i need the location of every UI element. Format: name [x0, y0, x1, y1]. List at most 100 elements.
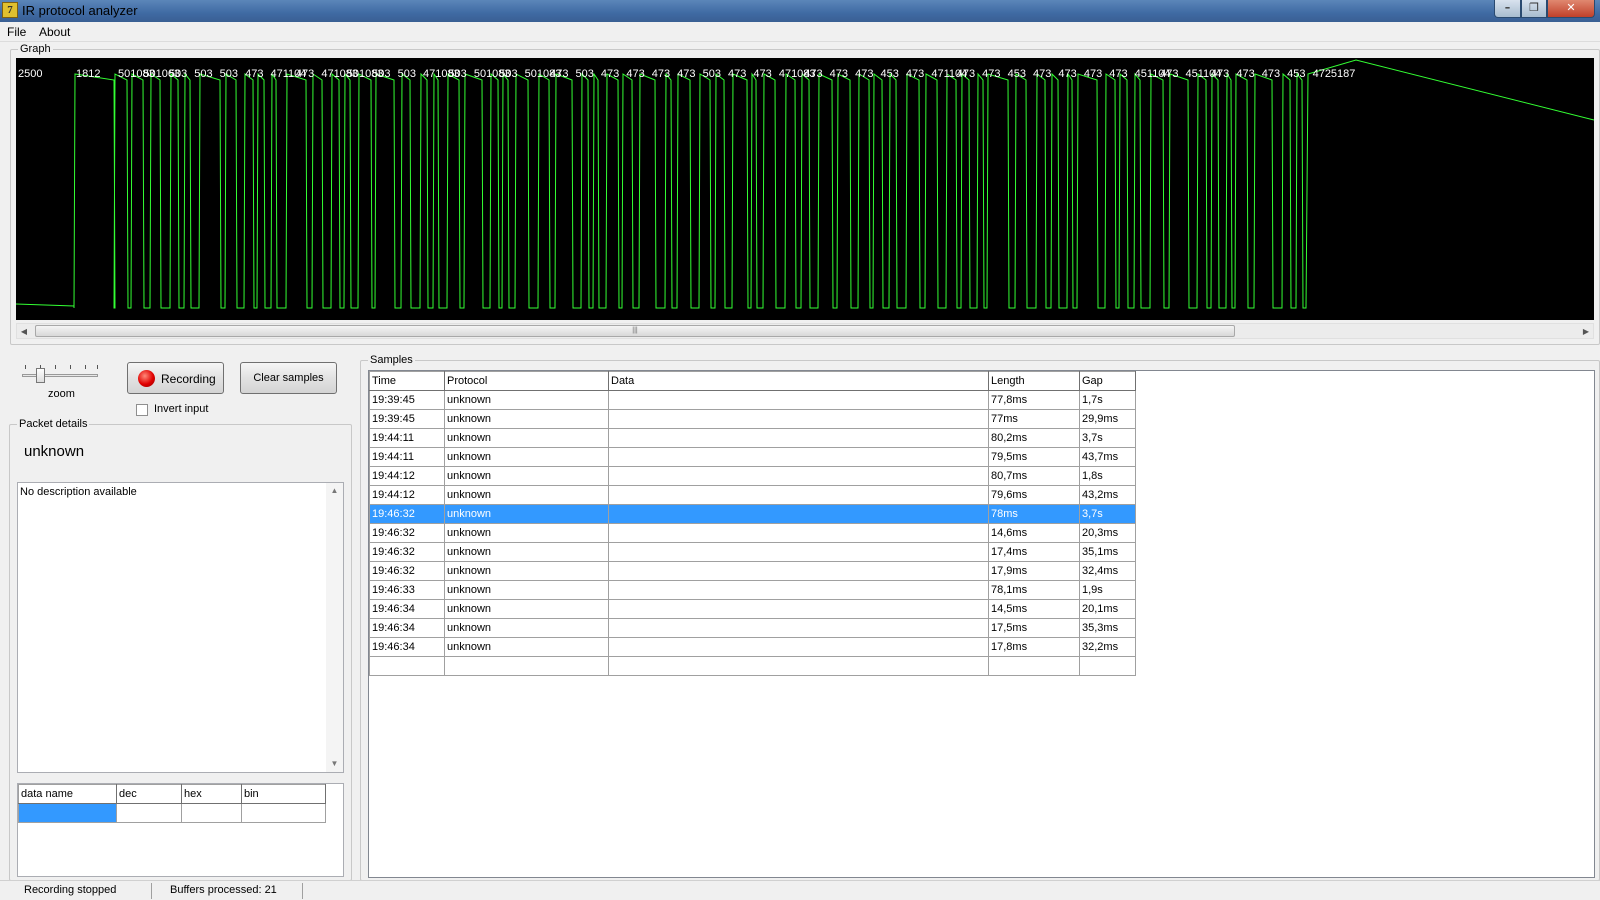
sample-cell-gap[interactable]: 32,2ms — [1079, 637, 1136, 657]
column-header-hex[interactable]: hex — [181, 784, 242, 804]
sample-cell-length[interactable]: 80,7ms — [988, 466, 1080, 486]
sample-cell-gap[interactable]: 3,7s — [1079, 504, 1136, 524]
column-header-protocol[interactable]: Protocol — [444, 371, 609, 391]
column-header-data[interactable]: Data — [608, 371, 989, 391]
sample-cell-data[interactable] — [608, 409, 989, 429]
sample-cell-protocol[interactable]: unknown — [444, 447, 609, 467]
graph-horizontal-scrollbar[interactable]: ◀ ||| ▶ — [16, 323, 1594, 339]
sample-cell-data[interactable] — [608, 542, 989, 562]
table-row[interactable] — [18, 803, 326, 823]
clear-samples-button[interactable]: Clear samples — [240, 362, 337, 394]
sample-row[interactable]: 19:44:11 unknown 79,5ms 43,7ms — [369, 447, 1136, 467]
zoom-slider[interactable] — [22, 362, 100, 384]
sample-row[interactable]: 19:46:34 unknown 14,5ms 20,1ms — [369, 599, 1136, 619]
minimize-button[interactable]: – — [1494, 0, 1521, 18]
sample-cell-length[interactable]: 77,8ms — [988, 390, 1080, 410]
column-header-gap[interactable]: Gap — [1079, 371, 1136, 391]
invert-input-checkbox[interactable] — [136, 404, 148, 416]
sample-cell-gap[interactable]: 1,8s — [1079, 466, 1136, 486]
sample-cell-data[interactable] — [608, 466, 989, 486]
table-cell[interactable] — [116, 803, 182, 823]
column-header-length[interactable]: Length — [988, 371, 1080, 391]
sample-row[interactable]: 19:46:32 unknown 14,6ms 20,3ms — [369, 523, 1136, 543]
samples-list[interactable]: Time Protocol Data Length Gap 19:39:45 un… — [368, 370, 1595, 878]
sample-cell-time[interactable]: 19:46:34 — [369, 618, 445, 638]
sample-cell-data[interactable] — [608, 637, 989, 657]
signal-graph[interactable]: 2500 1812 501083 501063 503 503 503 473 471104 47… — [16, 58, 1594, 320]
table-cell[interactable] — [18, 803, 117, 823]
sample-cell-protocol[interactable]: unknown — [444, 390, 609, 410]
sample-cell-data[interactable] — [608, 504, 989, 524]
sample-cell-gap[interactable]: 35,1ms — [1079, 542, 1136, 562]
sample-cell-data[interactable] — [608, 485, 989, 505]
packet-description-box[interactable]: No description available ▲ ▼ — [17, 482, 344, 773]
column-header-time[interactable]: Time — [369, 371, 445, 391]
maximize-button[interactable]: ❐ — [1521, 0, 1547, 18]
sample-cell-gap[interactable]: 43,7ms — [1079, 447, 1136, 467]
sample-cell-data[interactable] — [608, 447, 989, 467]
sample-cell-time[interactable]: 19:46:34 — [369, 637, 445, 657]
sample-cell-length[interactable]: 17,8ms — [988, 637, 1080, 657]
close-button[interactable]: ✕ — [1547, 0, 1595, 18]
sample-cell-time[interactable]: 19:44:11 — [369, 447, 445, 467]
sample-row[interactable]: 19:39:45 unknown 77ms 29,9ms — [369, 409, 1136, 429]
sample-cell-protocol[interactable]: unknown — [444, 485, 609, 505]
sample-cell-length[interactable]: 77ms — [988, 409, 1080, 429]
sample-cell[interactable] — [369, 656, 445, 676]
sample-cell-gap[interactable]: 1,9s — [1079, 580, 1136, 600]
sample-cell-time[interactable]: 19:39:45 — [369, 409, 445, 429]
invert-input-label[interactable]: Invert input — [154, 403, 208, 415]
sample-row[interactable]: 19:44:12 unknown 79,6ms 43,2ms — [369, 485, 1136, 505]
sample-cell-length[interactable]: 17,4ms — [988, 542, 1080, 562]
scroll-down-icon[interactable]: ▼ — [326, 756, 343, 772]
sample-cell-gap[interactable]: 1,7s — [1079, 390, 1136, 410]
sample-cell-time[interactable]: 19:44:12 — [369, 485, 445, 505]
table-cell[interactable] — [241, 803, 326, 823]
zoom-handle[interactable] — [36, 368, 45, 383]
sample-cell-data[interactable] — [608, 618, 989, 638]
sample-row[interactable]: 19:44:12 unknown 80,7ms 1,8s — [369, 466, 1136, 486]
sample-row[interactable]: 19:46:34 unknown 17,5ms 35,3ms — [369, 618, 1136, 638]
sample-cell-gap[interactable]: 3,7s — [1079, 428, 1136, 448]
sample-row[interactable]: 19:44:11 unknown 80,2ms 3,7s — [369, 428, 1136, 448]
sample-cell-protocol[interactable]: unknown — [444, 428, 609, 448]
sample-cell-protocol[interactable]: unknown — [444, 523, 609, 543]
scroll-left-icon[interactable]: ◀ — [17, 325, 31, 338]
sample-cell-data[interactable] — [608, 428, 989, 448]
sample-cell-time[interactable]: 19:39:45 — [369, 390, 445, 410]
menu-file[interactable]: File — [7, 25, 26, 39]
sample-cell-gap[interactable]: 35,3ms — [1079, 618, 1136, 638]
sample-cell-time[interactable]: 19:46:32 — [369, 523, 445, 543]
sample-cell-length[interactable]: 78ms — [988, 504, 1080, 524]
sample-cell-time[interactable]: 19:44:12 — [369, 466, 445, 486]
sample-cell-protocol[interactable]: unknown — [444, 504, 609, 524]
sample-cell[interactable] — [988, 656, 1080, 676]
recording-button[interactable]: Recording — [127, 362, 224, 394]
sample-row[interactable]: 19:39:45 unknown 77,8ms 1,7s — [369, 390, 1136, 410]
sample-cell-length[interactable]: 79,6ms — [988, 485, 1080, 505]
sample-cell-length[interactable]: 17,5ms — [988, 618, 1080, 638]
sample-cell-protocol[interactable]: unknown — [444, 580, 609, 600]
sample-cell-length[interactable]: 79,5ms — [988, 447, 1080, 467]
scroll-thumb[interactable]: ||| — [35, 325, 1235, 337]
sample-cell-gap[interactable]: 29,9ms — [1079, 409, 1136, 429]
sample-cell-length[interactable]: 14,6ms — [988, 523, 1080, 543]
sample-cell-data[interactable] — [608, 580, 989, 600]
sample-cell-gap[interactable]: 20,3ms — [1079, 523, 1136, 543]
sample-cell-length[interactable]: 17,9ms — [988, 561, 1080, 581]
sample-cell-time[interactable]: 19:44:11 — [369, 428, 445, 448]
sample-cell-data[interactable] — [608, 599, 989, 619]
sample-cell-time[interactable]: 19:46:32 — [369, 542, 445, 562]
sample-cell-time[interactable]: 19:46:32 — [369, 504, 445, 524]
description-scrollbar[interactable]: ▲ ▼ — [326, 483, 343, 772]
sample-cell-length[interactable]: 78,1ms — [988, 580, 1080, 600]
sample-cell-data[interactable] — [608, 561, 989, 581]
sample-cell-length[interactable]: 14,5ms — [988, 599, 1080, 619]
sample-row-empty[interactable] — [369, 656, 1136, 676]
column-header-dec[interactable]: dec — [116, 784, 182, 804]
table-cell[interactable] — [181, 803, 242, 823]
title-bar[interactable]: 7 IR protocol analyzer – ❐ ✕ — [0, 0, 1600, 22]
sample-cell-data[interactable] — [608, 390, 989, 410]
sample-cell-protocol[interactable]: unknown — [444, 561, 609, 581]
column-header-data-name[interactable]: data name — [18, 784, 117, 804]
